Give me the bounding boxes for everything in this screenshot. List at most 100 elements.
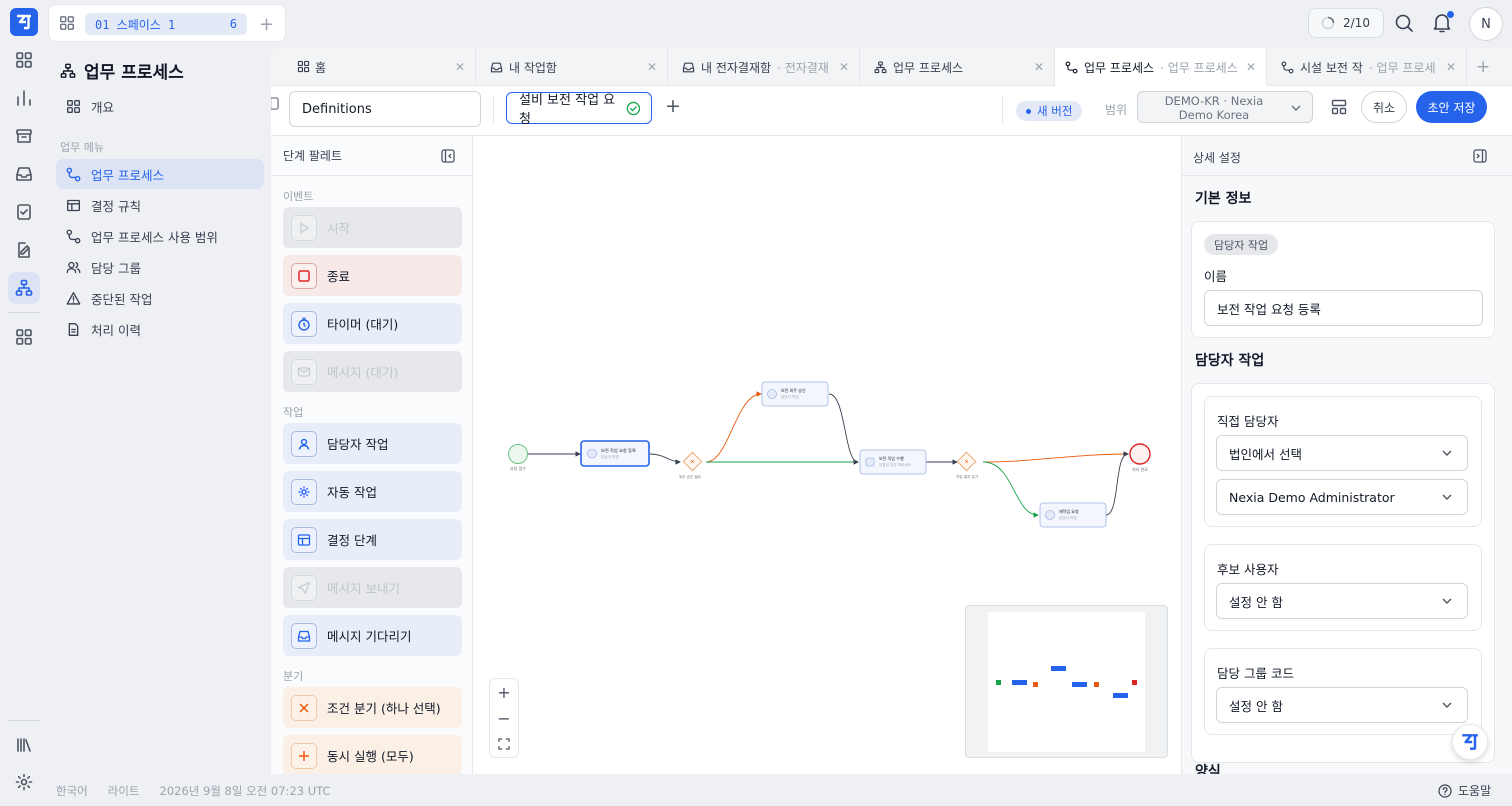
workflow-icon[interactable]	[8, 272, 40, 304]
collapse-details-icon[interactable]	[1473, 149, 1487, 163]
assignee-header: 담당자 작업	[1195, 353, 1265, 369]
inbox-icon[interactable]	[8, 158, 40, 190]
details-panel: 상세 설정 기본 정보 담당자 작업 이름 보전 작업 요청 등록 담당자 작업…	[1181, 136, 1512, 774]
process-name-field[interactable]: 설비 보전 작업 요청	[506, 92, 652, 127]
sidebar-item-assignee-groups[interactable]: 담당 그룹	[56, 252, 264, 282]
palette-item-timer[interactable]: 타이머 (대기)	[283, 303, 462, 344]
close-icon[interactable]: ✕	[455, 60, 465, 74]
x-gateway-icon: ×	[964, 459, 969, 466]
direct-assignee-source-select[interactable]: 법인에서 선택	[1216, 435, 1468, 471]
app-logo-icon[interactable]	[10, 8, 38, 36]
inbox-icon	[490, 62, 503, 72]
language-label[interactable]: 한국어	[56, 783, 88, 799]
details-title: 상세 설정	[1193, 151, 1241, 165]
theme-label[interactable]: 라이트	[108, 783, 140, 799]
close-icon[interactable]: ✕	[839, 60, 849, 74]
archive-icon[interactable]	[8, 120, 40, 152]
palette-item-label: 결정 단계	[327, 533, 377, 548]
close-icon[interactable]: ✕	[1034, 60, 1044, 74]
dot-icon	[1026, 108, 1031, 114]
sidebar-item-stopped-tasks[interactable]: 중단된 작업	[56, 283, 264, 313]
sidebar-item-label: 중단된 작업	[91, 291, 153, 307]
tab-sublabel: · 업무 프로세	[1368, 60, 1436, 75]
palette-item-end[interactable]: 종료	[283, 255, 462, 296]
help-link[interactable]: 도움말	[1438, 782, 1491, 799]
minimap-node	[1072, 682, 1087, 687]
minimap[interactable]	[965, 605, 1168, 758]
avatar[interactable]: N	[1469, 7, 1503, 41]
add-space-plus-icon[interactable]: +	[259, 14, 274, 35]
task-check-icon[interactable]	[8, 196, 40, 228]
palette-item-xor-gateway[interactable]: 조건 분기 (하나 선택)	[283, 687, 462, 728]
spaces-grid-icon[interactable]	[59, 15, 75, 31]
palette-item-message-receive[interactable]: 메시지 기다리기	[283, 615, 462, 656]
definitions-input[interactable]: Definitions	[289, 91, 481, 127]
palette-item-user-task[interactable]: 담당자 작업	[283, 423, 462, 464]
tab-home[interactable]: 홈 ✕	[271, 48, 476, 86]
select-value: Nexia Demo Administrator	[1229, 489, 1395, 505]
tab-my-approvals[interactable]: 내 전자결재함 · 전자결재 ✕	[668, 48, 860, 86]
tab-workflow[interactable]: 업무 프로세스 ✕	[860, 48, 1055, 86]
assistant-logo-icon[interactable]	[1452, 724, 1488, 760]
tab-label: 시설 보전 작	[1300, 60, 1363, 75]
end-event[interactable]	[1129, 443, 1151, 465]
edge-task2-task3	[828, 393, 859, 465]
search-icon[interactable]	[1394, 13, 1414, 33]
edit-document-icon[interactable]	[8, 234, 40, 266]
zoom-in-icon[interactable]: +	[490, 679, 518, 705]
collapse-panel-icon[interactable]	[441, 149, 455, 163]
analytics-icon[interactable]	[8, 82, 40, 114]
palette-item-label: 타이머 (대기)	[327, 317, 399, 332]
table-icon	[67, 199, 80, 211]
sidebar-item-workflow[interactable]: 업무 프로세스	[56, 159, 264, 189]
direct-assignee-user-select[interactable]: Nexia Demo Administrator	[1216, 479, 1468, 515]
sidebar-item-decision-rules[interactable]: 결정 규칙	[56, 190, 264, 220]
apps-grid-icon[interactable]	[8, 44, 40, 76]
tab-sublabel: · 업무 프로세스	[1160, 60, 1238, 75]
start-event[interactable]	[508, 444, 528, 464]
job-status-button[interactable]: 2/10	[1308, 8, 1384, 38]
task4-sub: 담당자 작업	[1059, 515, 1077, 520]
space-selector: 01 스페이스 1 6 +	[48, 4, 286, 42]
diagram-canvas[interactable]: 요청 접수 보전 작업 요청 등록 담당자 작업 × 외주 승인 필요 보전 외…	[474, 136, 1181, 774]
library-icon[interactable]	[8, 729, 40, 761]
layout-toggle-icon[interactable]	[1331, 99, 1347, 115]
sidebar-item-history[interactable]: 처리 이력	[56, 314, 264, 344]
palette-item-label: 조건 분기 (하나 선택)	[327, 701, 441, 716]
name-input[interactable]: 보전 작업 요청 등록	[1204, 290, 1483, 326]
timer-icon	[291, 310, 317, 337]
new-tab-plus-icon[interactable]: +	[1476, 57, 1490, 77]
toggle-sidebar-icon[interactable]	[271, 86, 281, 120]
notification-bell-icon[interactable]	[1432, 11, 1454, 34]
candidate-users-select[interactable]: 설정 안 함	[1216, 583, 1468, 619]
tab-my-tasks[interactable]: 내 작업함 ✕	[476, 48, 668, 86]
user-icon	[1045, 510, 1055, 520]
space-tab-active[interactable]: 01 스페이스 1 6	[85, 13, 247, 35]
fit-view-icon[interactable]	[490, 731, 518, 757]
palette-header: 단계 팔레트	[271, 136, 472, 176]
modules-grid-icon[interactable]	[8, 321, 40, 353]
palette-item-decision[interactable]: 결정 단계	[283, 519, 462, 560]
save-draft-button[interactable]: 초안 저장	[1416, 91, 1487, 123]
scope-select[interactable]: DEMO-KR · Nexia Demo Korea	[1137, 91, 1313, 123]
palette-item-label: 메시지 기다리기	[327, 629, 412, 644]
sidebar-item-overview[interactable]: 개요	[56, 91, 264, 121]
zoom-out-icon[interactable]: −	[490, 705, 518, 731]
close-icon[interactable]: ✕	[1246, 60, 1256, 74]
palette-item-parallel-gateway[interactable]: 동시 실행 (모두)	[283, 735, 462, 774]
cancel-button[interactable]: 취소	[1361, 91, 1407, 123]
palette-item-auto-task[interactable]: 자동 작업	[283, 471, 462, 512]
x-gateway-icon	[291, 694, 317, 721]
group-code-select[interactable]: 설정 안 함	[1216, 687, 1468, 723]
tab-workflow-active[interactable]: 업무 프로세스 · 업무 프로세스 ✕	[1055, 48, 1267, 86]
settings-gear-icon[interactable]	[8, 766, 40, 798]
tab-facility[interactable]: 시설 보전 작 · 업무 프로세 ✕	[1267, 48, 1467, 86]
add-process-plus-icon[interactable]: +	[665, 95, 681, 117]
close-icon[interactable]: ✕	[1446, 60, 1456, 74]
minimap-node	[1132, 680, 1137, 685]
divider	[1182, 175, 1512, 176]
edge-task1-gw1	[649, 453, 681, 465]
sidebar-item-workflow-scope[interactable]: 업무 프로세스 사용 범위	[56, 221, 264, 251]
palette-item-start: 시작	[283, 207, 462, 248]
close-icon[interactable]: ✕	[647, 60, 657, 74]
